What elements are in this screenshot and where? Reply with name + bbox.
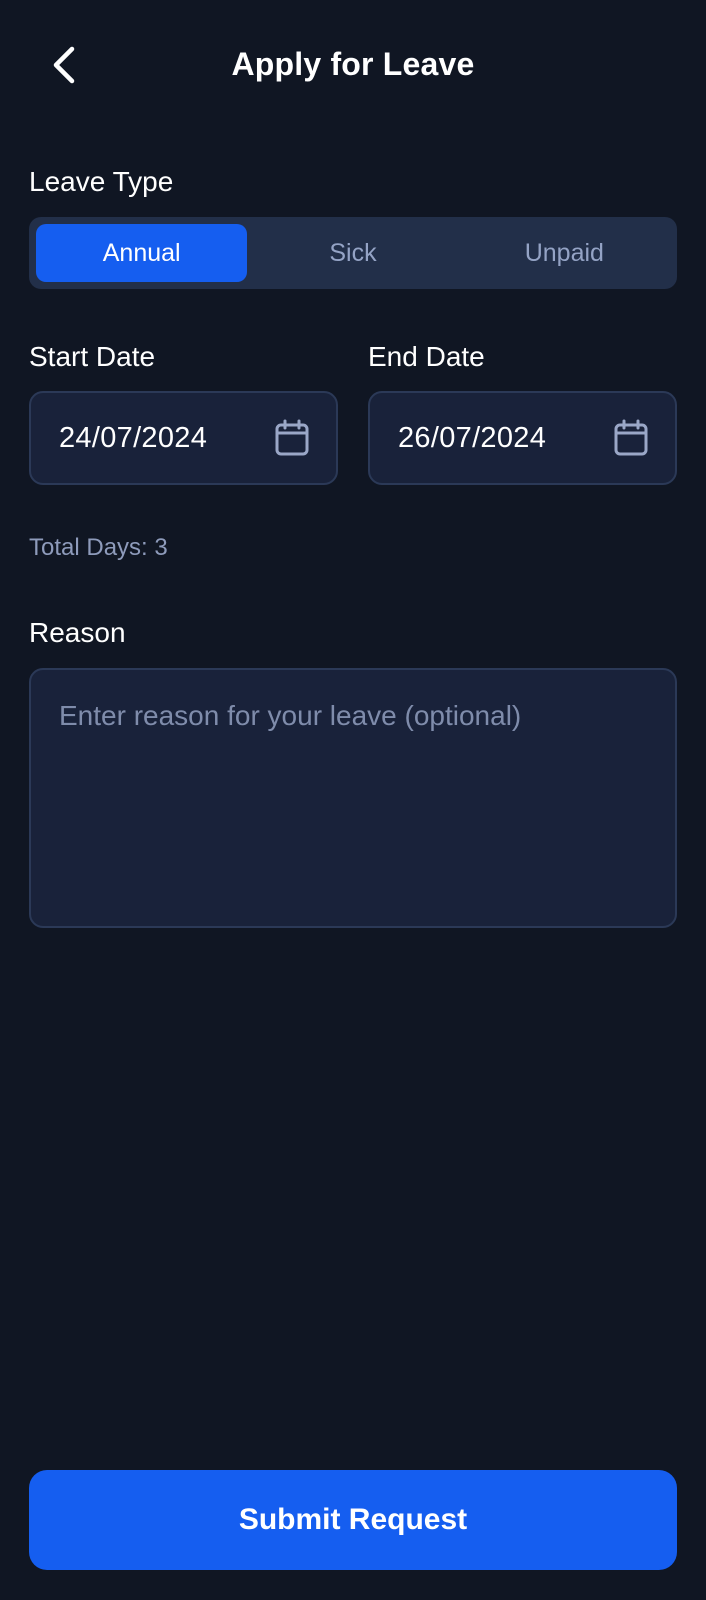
reason-label: Reason [29,617,126,648]
reason-field-container [29,668,677,928]
end-date-label: End Date [368,341,485,372]
start-date-label: Start Date [29,341,156,372]
start-date-field[interactable]: 24/07/2024 [29,391,338,485]
leave-type-selector: Annual Sick Unpaid [29,217,677,289]
total-days-text: Total Days: 3 [29,534,168,561]
leave-type-option-annual[interactable]: Annual [36,224,248,282]
calendar-icon[interactable] [274,419,310,457]
end-date-field[interactable]: 26/07/2024 [368,391,677,485]
end-date-value: 26/07/2024 [398,421,547,454]
calendar-icon[interactable] [613,419,649,457]
leave-type-label: Leave Type [29,166,174,197]
start-date-value: 24/07/2024 [59,421,208,454]
header: Apply for Leave [0,28,706,102]
leave-type-option-sick[interactable]: Sick [247,224,458,282]
leave-type-option-unpaid[interactable]: Unpaid [459,224,670,282]
leave-application-screen: Apply for Leave Leave Type Annual Sick U… [0,0,706,1600]
reason-input[interactable] [59,700,647,896]
page-title: Apply for Leave [231,46,475,82]
submit-request-button[interactable]: Submit Request [29,1470,677,1570]
